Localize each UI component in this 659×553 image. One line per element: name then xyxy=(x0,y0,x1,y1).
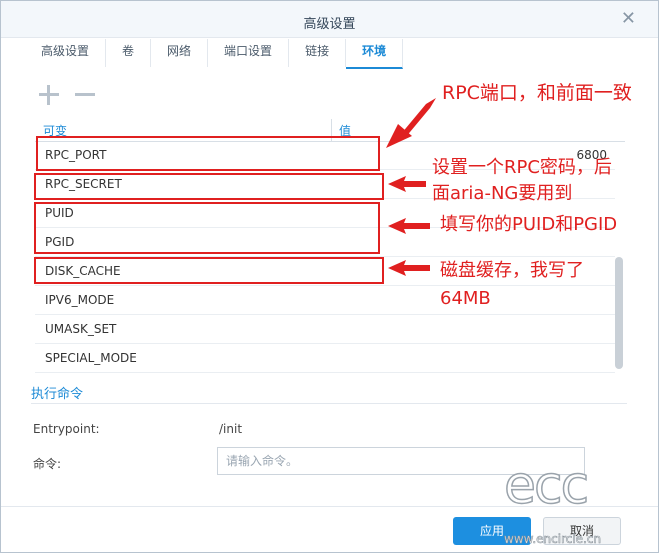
tab-volume[interactable]: 卷 xyxy=(106,39,152,67)
dialog-title: 高级设置 xyxy=(303,17,356,32)
note-disk-cache-line2: 64MB xyxy=(440,288,491,309)
note-rpc-secret-line1: 设置一个RPC密码，后 xyxy=(432,157,612,178)
watermark-url: www.encircle.cn xyxy=(504,532,602,547)
table-row[interactable]: SPECIAL_MODE xyxy=(35,344,615,373)
note-disk-cache-line1: 磁盘缓存，我写了 xyxy=(440,260,584,281)
execute-command-section-title: 执行命令 xyxy=(31,387,84,402)
tab-links[interactable]: 链接 xyxy=(289,39,347,67)
tab-bar: 高级设置 卷 网络 端口设置 链接 环境 xyxy=(25,39,404,69)
title-bar: 高级设置 ✕ xyxy=(1,1,658,38)
ecc-watermark-logo: ecc xyxy=(503,455,590,517)
tab-port-settings[interactable]: 端口设置 xyxy=(208,39,290,67)
env-key: UMASK_SET xyxy=(45,322,117,336)
env-toolbar xyxy=(37,83,97,107)
table-row[interactable]: UMASK_SET xyxy=(35,315,615,344)
env-key: IPV6_MODE xyxy=(45,293,115,307)
note-puid-pgid: 填写你的PUID和PGID xyxy=(440,214,618,235)
section-divider xyxy=(31,403,627,404)
highlight-puid-pgid xyxy=(34,202,380,254)
note-rpc-port: RPC端口，和前面一致 xyxy=(442,82,632,104)
tab-advanced-settings[interactable]: 高级设置 xyxy=(25,39,107,67)
env-table-scrollbar[interactable] xyxy=(615,257,623,369)
highlight-disk-cache xyxy=(34,257,384,284)
table-row[interactable]: IPV6_MODE xyxy=(35,286,615,315)
minus-icon[interactable] xyxy=(73,83,97,107)
entrypoint-label: Entrypoint: xyxy=(33,422,100,436)
command-label: 命令: xyxy=(33,457,62,471)
tab-network[interactable]: 网络 xyxy=(151,39,209,67)
entrypoint-value: /init xyxy=(219,422,243,436)
env-key: SPECIAL_MODE xyxy=(45,351,137,365)
highlight-rpc-secret xyxy=(34,173,384,200)
highlight-rpc-port xyxy=(36,136,380,171)
plus-icon[interactable] xyxy=(37,83,61,107)
tab-environment[interactable]: 环境 xyxy=(346,39,404,69)
note-rpc-secret-line2: 面aria-NG要用到 xyxy=(432,183,573,204)
close-icon[interactable]: ✕ xyxy=(621,9,636,29)
